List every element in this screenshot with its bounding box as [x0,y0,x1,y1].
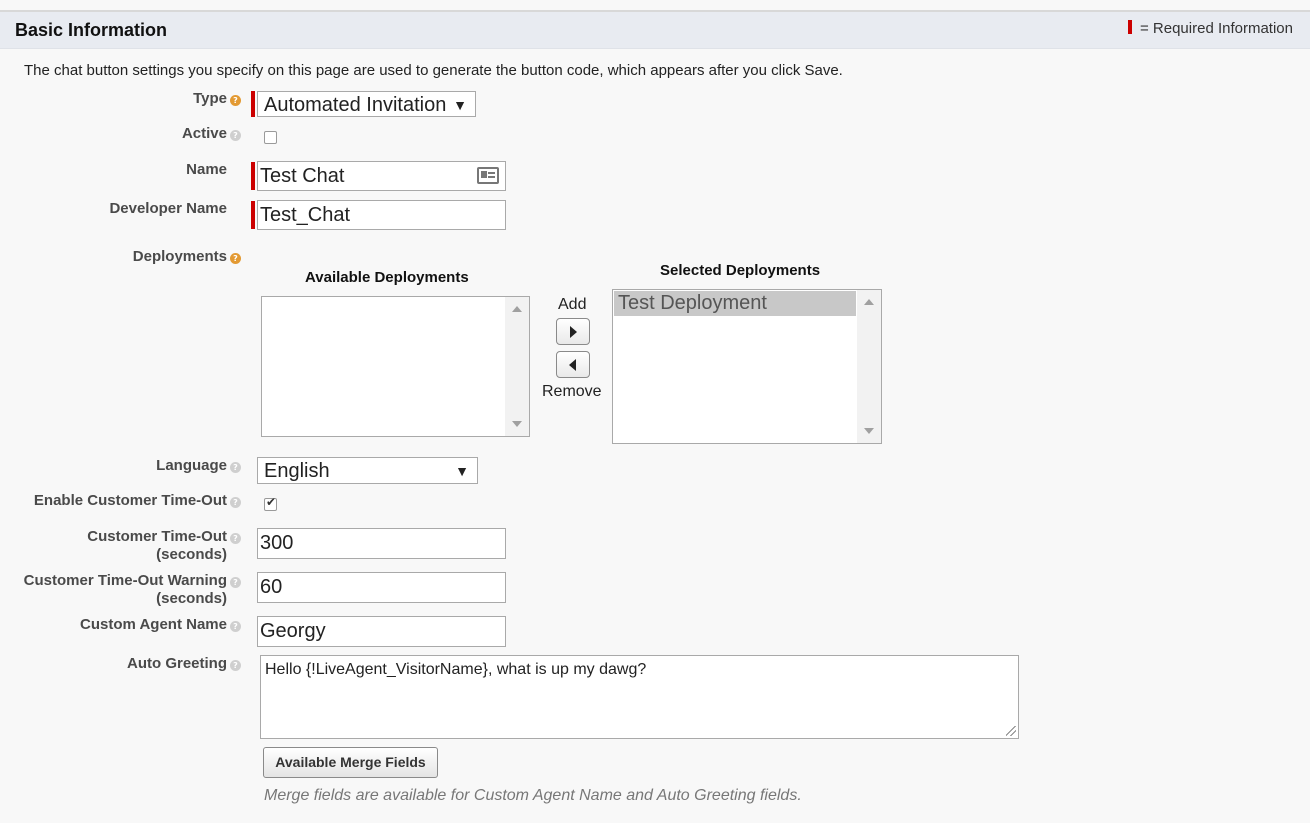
timeout-label-line1: Customer Time-Out [87,528,227,545]
selected-deployments-list[interactable]: Test Deployment [612,289,882,444]
type-label: Type [193,90,227,107]
available-deployments-list[interactable] [261,296,530,437]
auto-greeting-help-icon[interactable]: ? [230,660,241,671]
auto-greeting-textarea[interactable]: Hello {!LiveAgent_VisitorName}, what is … [260,655,1019,739]
type-select[interactable]: Automated Invitation ▼ [257,91,476,117]
scroll-up-icon[interactable] [864,299,874,305]
remove-label: Remove [542,383,602,400]
section-title: Basic Information [15,20,168,40]
add-button[interactable] [556,318,590,345]
active-label: Active [181,125,227,142]
section-header: Basic Information = Required Information [0,12,1310,49]
timeout-warning-input[interactable]: 60 [257,572,506,603]
timeout-help-icon[interactable]: ? [230,533,241,544]
language-help-icon[interactable]: ? [230,462,241,473]
selected-deployments-title: Selected Deployments [660,262,821,279]
auto-greeting-label: Auto Greeting [127,655,227,672]
remove-button[interactable] [556,351,590,378]
selected-deployment-option[interactable]: Test Deployment [614,291,856,316]
timeout-label: Customer Time-Out (seconds) [87,528,227,564]
active-help-icon[interactable]: ? [230,130,241,141]
required-legend: = Required Information [1127,20,1293,37]
developer-name-input[interactable]: Test_Chat [257,200,506,230]
contact-card-icon[interactable] [477,167,499,184]
agent-name-label: Custom Agent Name [80,616,227,633]
deployments-help-icon[interactable]: ? [230,253,241,264]
timeout-warning-label-line1: Customer Time-Out Warning [23,572,227,589]
active-checkbox[interactable] [264,131,277,144]
type-required-bar [251,91,255,117]
name-label: Name [186,161,227,178]
add-label: Add [558,296,587,313]
required-bar-icon [1127,20,1132,34]
merge-fields-hint: Merge fields are available for Custom Ag… [264,787,802,804]
timeout-warning-help-icon[interactable]: ? [230,577,241,588]
agent-name-help-icon[interactable]: ? [230,621,241,632]
arrow-right-icon [570,326,577,338]
timeout-warning-label: Customer Time-Out Warning (seconds) [24,572,227,608]
agent-name-input-value: Georgy [260,620,326,642]
resize-handle-icon[interactable] [1006,726,1016,736]
agent-name-input[interactable]: Georgy [257,616,506,647]
name-input-value: Test Chat [260,165,345,187]
deployments-label: Deployments [132,248,227,265]
scroll-up-icon[interactable] [512,306,522,312]
enable-timeout-help-icon[interactable]: ? [230,497,241,508]
timeout-input[interactable]: 300 [257,528,506,559]
enable-timeout-checkbox[interactable] [264,495,277,511]
timeout-warning-label-line2: (seconds) [156,590,227,607]
language-chevron-down-icon: ▼ [455,463,469,479]
timeout-label-line2: (seconds) [156,546,227,563]
developer-name-required-bar [251,201,255,229]
name-input[interactable]: Test Chat [257,161,506,191]
language-label: Language [156,457,227,474]
developer-name-label: Developer Name [109,200,227,217]
language-select[interactable]: English ▼ [257,457,478,484]
auto-greeting-value: Hello {!LiveAgent_VisitorName}, what is … [265,661,647,678]
available-deployments-title: Available Deployments [305,269,469,286]
scroll-down-icon[interactable] [512,421,522,427]
required-legend-text: = Required Information [1139,20,1293,37]
timeout-input-value: 300 [260,532,294,554]
scroll-down-icon[interactable] [864,428,874,434]
language-select-value: English [264,460,330,482]
type-chevron-down-icon: ▼ [453,97,467,113]
type-select-value: Automated Invitation [264,94,447,116]
arrow-left-icon [569,359,576,371]
intro-text: The chat button settings you specify on … [24,62,843,79]
type-help-icon[interactable]: ? [230,95,241,106]
available-merge-fields-button[interactable]: Available Merge Fields [263,747,438,778]
available-deployments-scrollbar[interactable] [505,297,529,436]
enable-timeout-label: Enable Customer Time-Out [33,492,227,509]
timeout-warning-input-value: 60 [260,576,283,598]
name-required-bar [251,162,255,190]
developer-name-input-value: Test_Chat [260,204,351,226]
selected-deployments-scrollbar[interactable] [857,290,881,443]
